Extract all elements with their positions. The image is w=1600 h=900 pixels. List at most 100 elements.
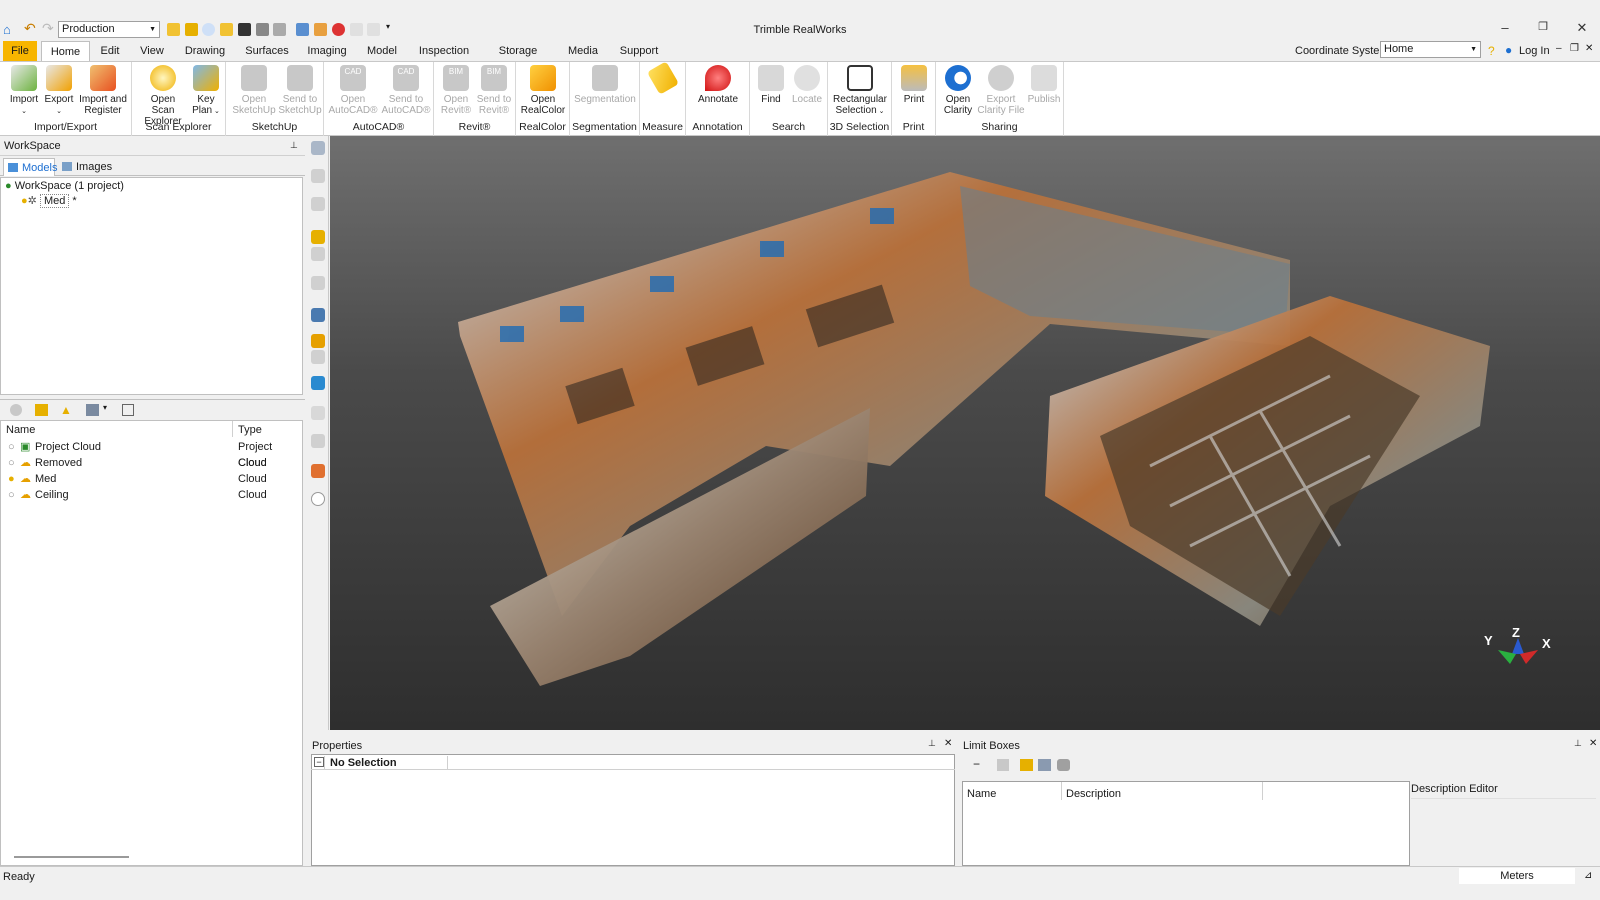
tab-images[interactable]: Images xyxy=(58,158,112,176)
pin-panel-icon[interactable]: ⊥ xyxy=(290,140,298,151)
column-header-name[interactable]: Name xyxy=(967,788,996,800)
circle-tool-icon[interactable] xyxy=(311,492,325,506)
menu-inspection[interactable]: Inspection xyxy=(418,41,470,61)
point-cloud-render xyxy=(458,172,1490,686)
row-type: Cloud xyxy=(238,489,267,501)
tree-node-med[interactable]: ●✲ Med * xyxy=(21,194,77,209)
rotate-icon[interactable] xyxy=(311,169,325,183)
menu-media[interactable]: Media xyxy=(566,41,600,61)
view-icon[interactable] xyxy=(311,276,325,290)
horizontal-scrollbar[interactable] xyxy=(14,856,129,858)
open-folder-icon[interactable] xyxy=(1020,759,1033,771)
locate-button[interactable]: Locate xyxy=(790,65,824,105)
group-label-realcolor: RealColor xyxy=(519,121,566,133)
menu-surfaces[interactable]: Surfaces xyxy=(244,41,290,61)
minimize-icon[interactable]: – xyxy=(1495,20,1515,35)
close-panel-icon[interactable]: ✕ xyxy=(944,738,952,749)
cloud-display-icon[interactable] xyxy=(311,434,325,448)
remove-icon[interactable]: − xyxy=(973,757,980,771)
layer-properties-icon[interactable] xyxy=(122,404,134,416)
import-button[interactable]: Import ⌄ xyxy=(6,65,42,117)
open-autocad-label-1: Open xyxy=(340,94,366,105)
layer-menu-icon[interactable] xyxy=(86,404,99,416)
restore-icon[interactable]: ❐ xyxy=(1533,20,1553,33)
segmentation-button[interactable]: Segmentation xyxy=(572,65,638,105)
send-to-autocad-button[interactable]: CAD Send to AutoCAD® xyxy=(380,65,432,116)
menu-view[interactable]: View xyxy=(135,41,169,61)
open-sketchup-button[interactable]: Open SketchUp xyxy=(232,65,276,116)
print-button[interactable]: Print xyxy=(898,65,930,105)
close-icon[interactable]: ✕ xyxy=(1572,20,1592,36)
move-up-icon[interactable]: ▲ xyxy=(60,403,72,417)
key-plan-button[interactable]: Key Plan ⌄ xyxy=(190,65,222,117)
collapse-icon[interactable]: − xyxy=(314,757,324,767)
table-row[interactable]: ● ☁ Med Cloud xyxy=(0,471,303,487)
tab-models[interactable]: Models xyxy=(3,158,57,176)
open-realcolor-button[interactable]: Open RealColor xyxy=(519,65,567,116)
light-icon[interactable] xyxy=(311,406,325,420)
send-to-sketchup-button[interactable]: Send to SketchUp xyxy=(278,65,322,116)
annotate-button[interactable]: Annotate xyxy=(690,65,746,105)
color-mode-icon[interactable] xyxy=(311,376,325,390)
open-revit-button[interactable]: BIM Open Revit® xyxy=(438,65,474,116)
measure-button[interactable] xyxy=(646,61,680,95)
table-row[interactable]: ○ ☁ Removed Cloud xyxy=(0,455,303,471)
sketchup-icon xyxy=(241,65,267,91)
save-folder-icon[interactable] xyxy=(1038,759,1051,771)
search-icon[interactable] xyxy=(10,404,22,416)
send-sketchup-label-2: SketchUp xyxy=(278,105,322,116)
render-mode-icon[interactable] xyxy=(311,308,325,322)
menu-imaging[interactable]: Imaging xyxy=(306,41,348,61)
column-header-type[interactable]: Type xyxy=(238,424,262,436)
menu-file[interactable]: File xyxy=(3,41,37,61)
open-autocad-button[interactable]: CAD Open AutoCAD® xyxy=(328,65,378,116)
login-link[interactable]: Log In xyxy=(1519,45,1550,57)
menu-model[interactable]: Model xyxy=(365,41,399,61)
chevron-down-icon[interactable]: ▾ xyxy=(103,403,107,412)
publish-button[interactable]: Publish xyxy=(1026,65,1062,105)
warning-icon[interactable] xyxy=(311,334,325,348)
close-panel-icon[interactable]: ✕ xyxy=(1589,738,1597,749)
pin-panel-icon[interactable]: ⊥ xyxy=(928,738,936,749)
box-settings-icon[interactable] xyxy=(1057,759,1070,771)
menu-drawing[interactable]: Drawing xyxy=(183,41,227,61)
zoom-extent-icon[interactable] xyxy=(311,247,325,261)
display-icon[interactable] xyxy=(311,350,325,364)
table-row[interactable]: ○ ☁ Ceiling Cloud xyxy=(0,487,303,503)
units-indicator[interactable]: Meters xyxy=(1459,868,1575,884)
property-row[interactable]: − No Selection xyxy=(311,756,955,770)
resize-grip-icon[interactable]: ⊿ xyxy=(1584,870,1592,881)
coordinate-system-select[interactable]: Home ▼ xyxy=(1380,41,1481,58)
column-header-name[interactable]: Name xyxy=(6,424,35,436)
export-clarity-file-button[interactable]: Export Clarity File xyxy=(976,65,1026,116)
open-clarity-button[interactable]: Open Clarity xyxy=(940,65,976,116)
ribbon-minimize-icon[interactable]: – xyxy=(1556,43,1562,54)
import-and-register-button[interactable]: Import and Register xyxy=(78,65,128,116)
help-icon[interactable]: ? xyxy=(1488,44,1495,58)
find-button[interactable]: Find xyxy=(754,65,788,105)
folder-icon[interactable] xyxy=(35,404,48,416)
tree-root-workspace[interactable]: ● WorkSpace (1 project) xyxy=(5,179,124,194)
3d-viewport[interactable]: Y Z X xyxy=(330,136,1600,730)
pan-icon[interactable] xyxy=(311,197,325,211)
menu-support[interactable]: Support xyxy=(617,41,661,61)
navigation-icon[interactable] xyxy=(311,141,325,155)
ribbon-close-icon[interactable]: ✕ xyxy=(1585,43,1593,54)
zoom-icon[interactable] xyxy=(311,230,325,244)
rectangular-selection-button[interactable]: Rectangular Selection ⌄ xyxy=(830,65,890,117)
menu-edit[interactable]: Edit xyxy=(95,41,125,61)
column-header-description[interactable]: Description xyxy=(1066,788,1121,800)
group-label-annotation: Annotation xyxy=(692,121,743,133)
menu-home[interactable]: Home xyxy=(41,41,90,62)
properties-title: Properties xyxy=(312,740,363,752)
ribbon-restore-icon[interactable]: ❐ xyxy=(1570,43,1579,54)
table-row[interactable]: ○ ▣ Project Cloud Project Cloud xyxy=(0,439,303,469)
menu-storage-tank[interactable]: Storage Tank xyxy=(487,41,549,77)
user-icon: ● xyxy=(1505,43,1513,57)
send-to-revit-button[interactable]: BIM Send to Revit® xyxy=(474,65,514,116)
export-button[interactable]: Export ⌄ xyxy=(42,65,76,117)
open-scan-explorer-button[interactable]: Open Scan Explorer xyxy=(138,65,188,127)
pin-panel-icon[interactable]: ⊥ xyxy=(1574,738,1582,749)
group-scan-explorer: Open Scan Explorer Key Plan ⌄ Scan Explore… xyxy=(132,62,226,136)
paint-icon[interactable] xyxy=(311,464,325,478)
